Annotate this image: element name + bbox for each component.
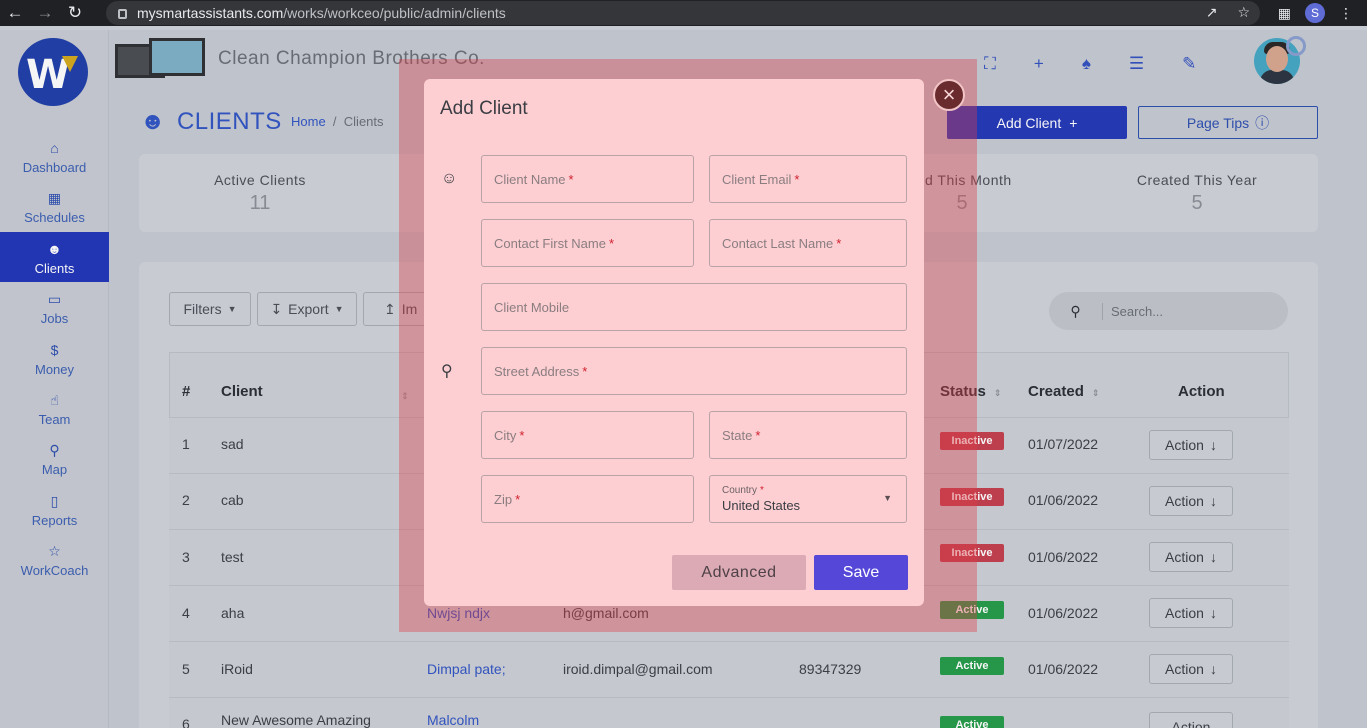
browser-menu-icon[interactable]: ⋮ xyxy=(1339,5,1353,22)
state-field[interactable]: State * xyxy=(709,411,907,459)
client-email-field[interactable]: Client Email * xyxy=(709,155,907,203)
share-icon[interactable]: ↗ xyxy=(1206,4,1218,21)
client-mobile-field[interactable]: Client Mobile xyxy=(481,283,907,331)
browser-toolbar: ← → ↻ mysmartassistants.com/works/workce… xyxy=(0,0,1367,26)
contact-last-name-field[interactable]: Contact Last Name * xyxy=(709,219,907,267)
location-pin-icon: ⚲ xyxy=(441,363,453,380)
address-bar[interactable]: mysmartassistants.com/works/workceo/publ… xyxy=(106,1,1260,25)
profile-avatar[interactable]: S xyxy=(1305,3,1325,23)
zip-field[interactable]: Zip * xyxy=(481,475,694,523)
extensions-icon[interactable]: ▦ xyxy=(1278,5,1291,22)
back-arrow-icon[interactable]: ← xyxy=(0,3,30,23)
caret-down-icon: ▼ xyxy=(883,493,892,503)
client-name-field[interactable]: Client Name * xyxy=(481,155,694,203)
reload-icon[interactable]: ↻ xyxy=(60,3,90,23)
advanced-button[interactable]: Advanced xyxy=(672,555,806,590)
close-icon[interactable]: × xyxy=(933,79,965,111)
city-field[interactable]: City * xyxy=(481,411,694,459)
person-icon: ☺ xyxy=(441,170,458,187)
modal-title: Add Client xyxy=(440,98,528,119)
street-address-field[interactable]: Street Address * xyxy=(481,347,907,395)
lock-icon xyxy=(118,9,127,19)
forward-arrow-icon[interactable]: → xyxy=(30,3,60,23)
bookmark-star-icon[interactable]: ☆ xyxy=(1237,4,1250,21)
contact-first-name-field[interactable]: Contact First Name * xyxy=(481,219,694,267)
country-select[interactable]: Country * United States ▼ xyxy=(709,475,907,523)
save-button[interactable]: Save xyxy=(814,555,908,590)
url-text: mysmartassistants.com/works/workceo/publ… xyxy=(137,5,506,21)
